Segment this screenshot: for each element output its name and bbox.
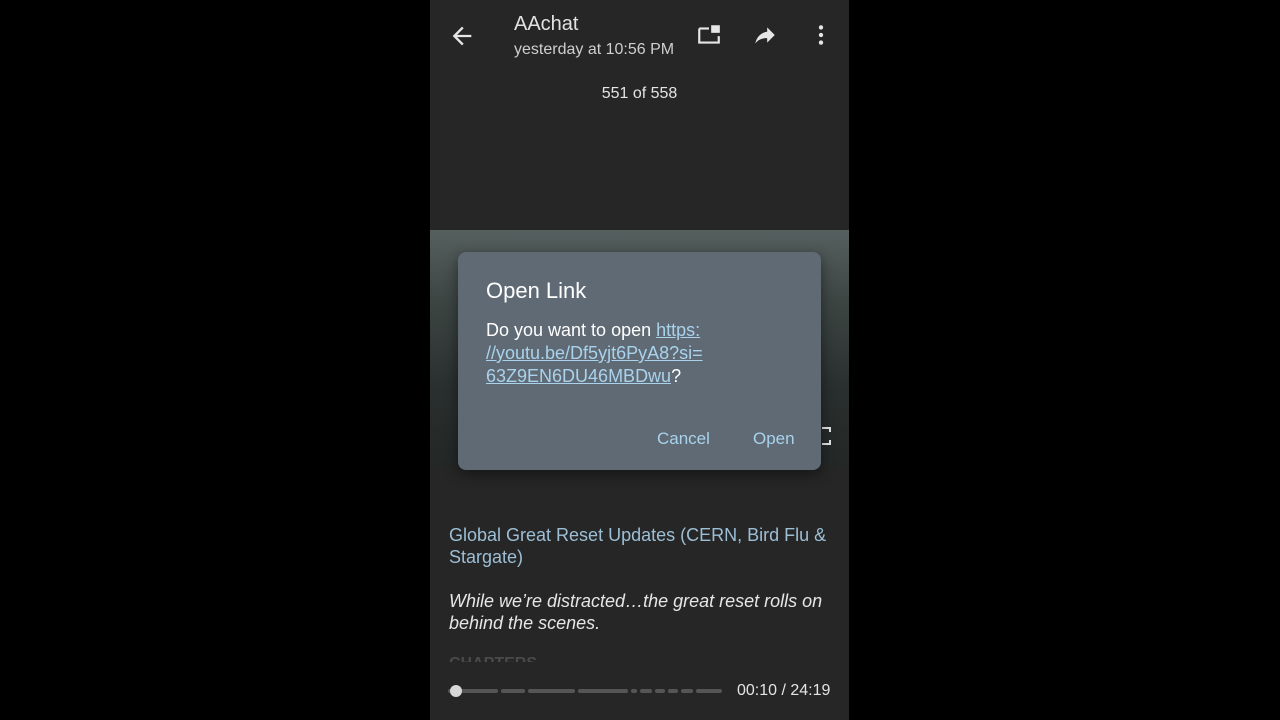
dialog-title: Open Link <box>486 278 587 303</box>
chapter-segment <box>655 689 665 693</box>
chapter-segment <box>501 689 525 693</box>
picture-in-picture-button[interactable] <box>696 22 722 48</box>
seek-handle[interactable] <box>449 685 462 697</box>
dialog-prompt: Do you want to open <box>486 320 657 340</box>
dialog-message: Do you want to open https: //youtu.be/Df5… <box>486 319 804 388</box>
chat-title: AAchat <box>514 13 579 35</box>
more-options-button[interactable] <box>808 22 834 48</box>
chapter-segment <box>528 689 575 693</box>
picture-in-picture-icon <box>698 25 720 44</box>
dialog-link-part-3: 63Z9EN6DU46MBDwu <box>486 366 672 386</box>
cancel-button[interactable]: Cancel <box>657 429 710 449</box>
share-button[interactable] <box>752 22 778 48</box>
chapter-segment <box>640 689 652 693</box>
chapters-heading: CHAPTERS <box>449 654 537 662</box>
more-vert-icon <box>818 25 824 45</box>
message-timestamp: yesterday at 10:56 PM <box>514 41 675 58</box>
dialog-link-part-1: https: <box>656 320 701 340</box>
viewer-screen: AAchat yesterday at 10:56 PM 551 of 558 <box>430 0 849 720</box>
chapter-segment <box>696 689 722 693</box>
chapter-segment <box>578 689 628 693</box>
back-button[interactable] <box>448 22 476 50</box>
video-description: While we’re distracted…the great reset r… <box>449 591 823 633</box>
share-icon <box>755 27 775 44</box>
dialog-suffix: ? <box>671 366 682 386</box>
arrow-back-icon <box>452 26 472 46</box>
dialog-link-part-2: //youtu.be/Df5yjt6PyA8?si= <box>486 343 703 363</box>
media-counter: 551 of 558 <box>601 85 678 102</box>
chapter-segment <box>668 689 678 693</box>
open-button[interactable]: Open <box>753 429 795 449</box>
chapter-segment <box>631 689 637 693</box>
chapter-segment <box>681 689 693 693</box>
video-title-link[interactable]: Global Great Reset Updates (CERN, Bird F… <box>449 524 839 568</box>
open-link-dialog: Open Link Do you want to open https: //yo… <box>458 252 821 470</box>
playback-time: 00:10 / 24:19 <box>737 682 831 699</box>
seek-bar[interactable] <box>448 681 722 701</box>
